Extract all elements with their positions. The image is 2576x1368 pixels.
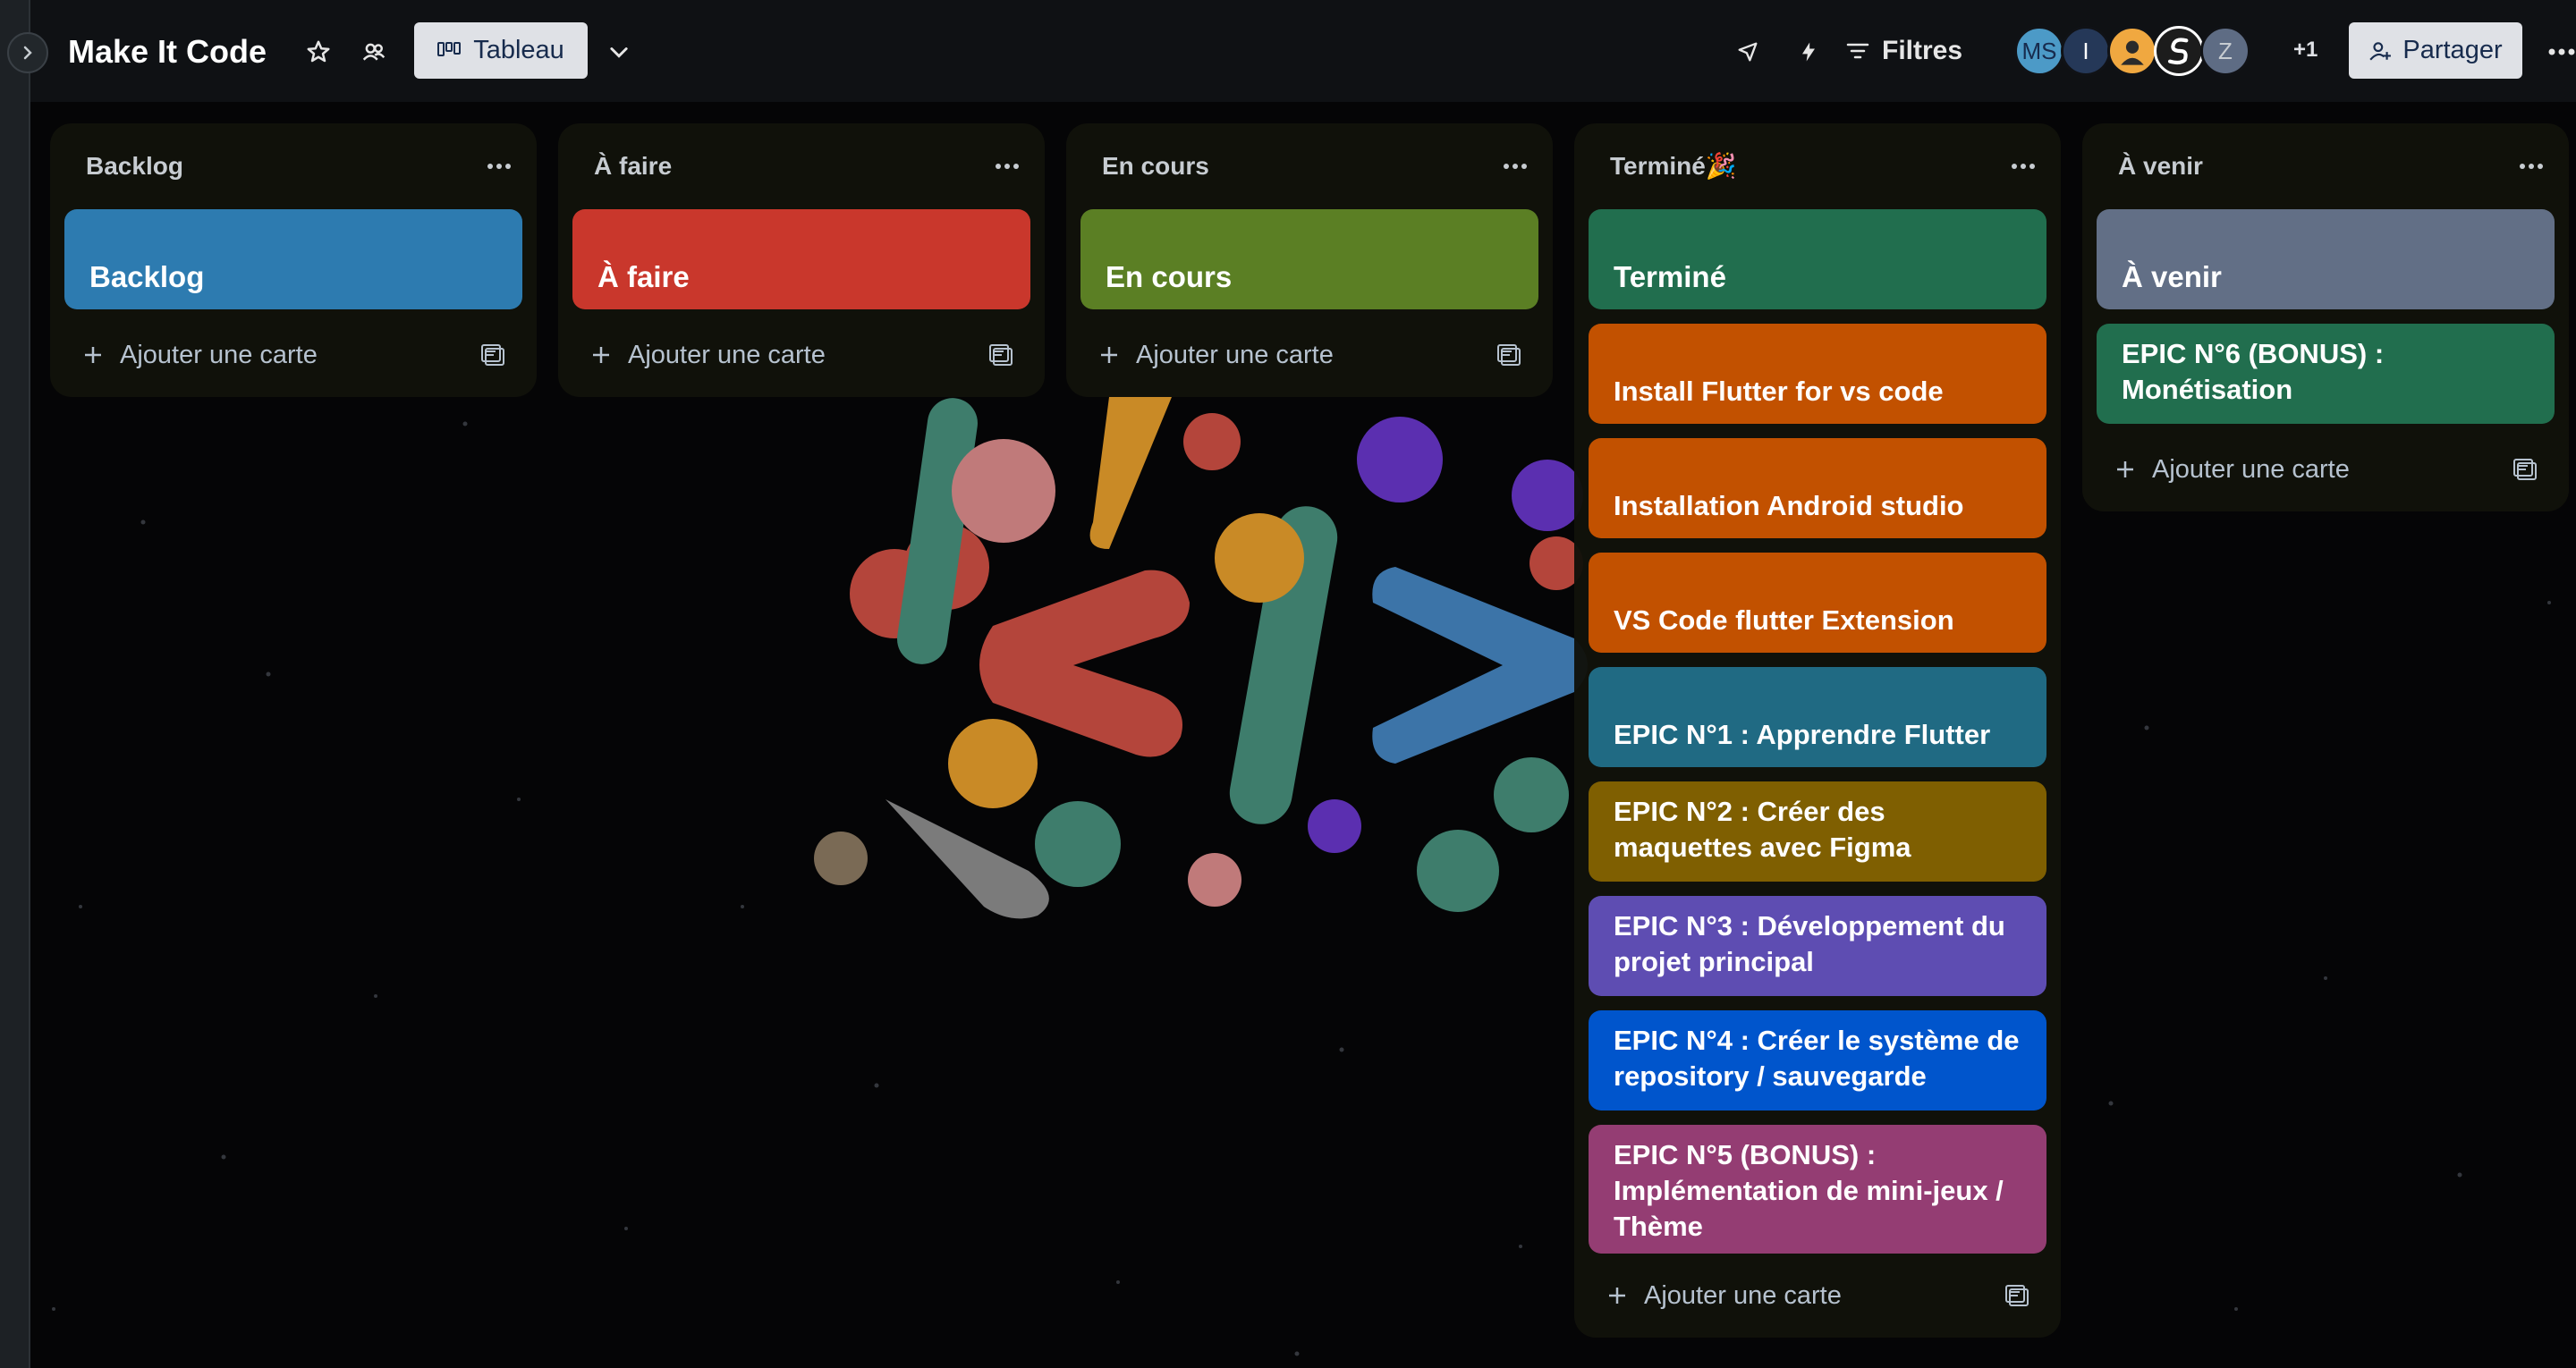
left-sidebar-strip <box>0 0 30 1368</box>
list-en-cours: En cours En cours Ajouter une carte <box>1066 123 1553 397</box>
add-card-button[interactable]: Ajouter une carte <box>1589 1268 2046 1323</box>
star-icon[interactable] <box>299 32 338 72</box>
card-template-icon[interactable] <box>478 340 510 372</box>
view-switcher-button[interactable]: Tableau <box>414 22 588 79</box>
list-title[interactable]: Terminé🎉 <box>1610 147 1737 186</box>
board-view-icon <box>437 41 462 56</box>
filters-label: Filtres <box>1882 36 1963 65</box>
member-avatar[interactable]: Z <box>2200 26 2250 76</box>
add-card-button[interactable]: Ajouter une carte <box>2097 442 2555 497</box>
card[interactable]: EPIC N°5 (BONUS) : Implémentation de min… <box>1589 1125 2046 1254</box>
card[interactable]: EPIC N°3 : Développement du projet princ… <box>1589 896 2046 996</box>
add-person-icon <box>2369 41 2392 60</box>
automation-icon[interactable] <box>1789 32 1828 72</box>
list-backlog: Backlog Backlog Ajouter une carte <box>50 123 537 397</box>
power-ups-icon[interactable] <box>1728 32 1767 72</box>
view-switcher-label: Tableau <box>473 36 564 64</box>
card-template-icon[interactable] <box>1494 340 1526 372</box>
card[interactable]: Terminé <box>1589 209 2046 309</box>
workspace-visibility-icon[interactable] <box>354 32 394 72</box>
chevron-down-icon[interactable] <box>599 32 639 72</box>
card[interactable]: EPIC N°2 : Créer des maquettes avec Figm… <box>1589 781 2046 882</box>
add-card-button[interactable]: Ajouter une carte <box>1080 327 1538 383</box>
plus-icon <box>1101 347 1117 363</box>
card[interactable]: EPIC N°1 : Apprendre Flutter <box>1589 667 2046 767</box>
add-card-button[interactable]: Ajouter une carte <box>64 327 522 383</box>
plus-icon <box>2117 461 2133 477</box>
card[interactable]: En cours <box>1080 209 1538 309</box>
share-button[interactable]: Partager <box>2349 22 2522 79</box>
add-card-button[interactable]: Ajouter une carte <box>572 327 1030 383</box>
plus-icon <box>1609 1288 1625 1304</box>
list-menu-icon[interactable] <box>2512 147 2551 186</box>
list-menu-icon[interactable] <box>2004 147 2043 186</box>
plus-icon <box>85 347 101 363</box>
list-menu-icon[interactable] <box>479 147 519 186</box>
share-label: Partager <box>2402 36 2503 64</box>
card[interactable]: EPIC N°4 : Créer le système de repositor… <box>1589 1010 2046 1110</box>
list-termine: Terminé🎉 Terminé Install Flutter for vs … <box>1574 123 2061 1338</box>
sidebar-expand-button[interactable] <box>7 32 48 73</box>
list-title[interactable]: En cours <box>1102 147 1209 186</box>
card[interactable]: À venir <box>2097 209 2555 309</box>
list-menu-icon[interactable] <box>987 147 1027 186</box>
board-header: Make It Code Tableau Filtres MS I Z +1 P… <box>30 0 2576 102</box>
list-title[interactable]: À faire <box>594 147 672 186</box>
member-avatar-logo-icon[interactable] <box>2154 26 2204 76</box>
board-title[interactable]: Make It Code <box>68 30 267 73</box>
member-avatar[interactable]: I <box>2061 26 2111 76</box>
card-template-icon[interactable] <box>2002 1280 2034 1313</box>
list-menu-icon[interactable] <box>1496 147 1535 186</box>
card-template-icon[interactable] <box>2510 454 2542 486</box>
extra-members-count[interactable]: +1 <box>2293 38 2318 63</box>
card[interactable]: Install Flutter for vs code <box>1589 324 2046 424</box>
list-a-venir: À venir À venir EPIC N°6 (BONUS) : Monét… <box>2082 123 2569 511</box>
card[interactable]: EPIC N°6 (BONUS) : Monétisation <box>2097 324 2555 424</box>
card[interactable]: Installation Android studio <box>1589 438 2046 538</box>
member-avatar-icon[interactable] <box>2107 26 2157 76</box>
list-title[interactable]: Backlog <box>86 147 183 186</box>
chevron-right-icon <box>23 46 32 60</box>
member-avatar[interactable]: MS <box>2014 26 2064 76</box>
list-title[interactable]: À venir <box>2118 147 2203 186</box>
filter-icon <box>1846 43 1869 59</box>
trello-board-app: Make It Code Tableau Filtres MS I Z +1 P… <box>0 0 2576 1368</box>
more-options-icon[interactable] <box>2535 27 2576 77</box>
plus-icon <box>593 347 609 363</box>
card[interactable]: VS Code flutter Extension <box>1589 553 2046 653</box>
filters-button[interactable]: Filtres <box>1846 23 1962 79</box>
card-template-icon[interactable] <box>986 340 1018 372</box>
card[interactable]: Backlog <box>64 209 522 309</box>
card[interactable]: À faire <box>572 209 1030 309</box>
list-a-faire: À faire À faire Ajouter une carte <box>558 123 1045 397</box>
